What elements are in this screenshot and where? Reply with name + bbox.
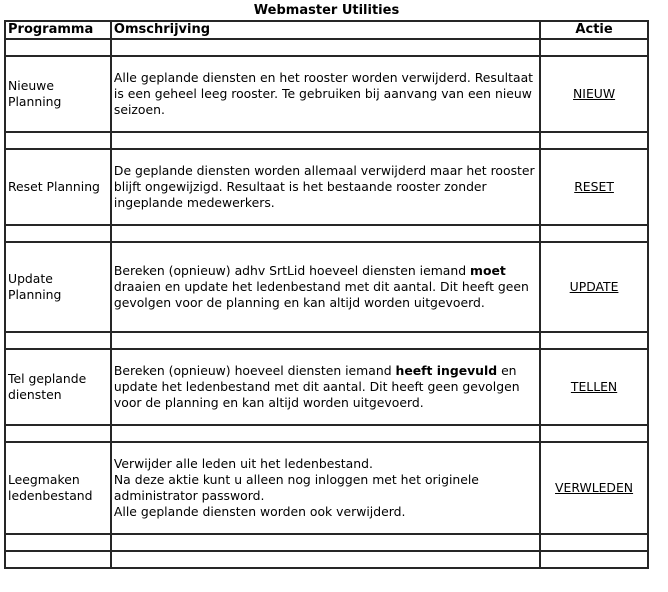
action-cell: TELLEN (539, 348, 649, 426)
table-row-leegmaken-ledenbestand: Leegmaken ledenbestand Verwijder alle le… (4, 441, 649, 535)
description-text: Bereken (opnieuw) adhv SrtLid hoeveel di… (113, 263, 471, 278)
reset-link[interactable]: RESET (574, 179, 614, 194)
description-text: De geplande diensten worden allemaal ver… (113, 163, 535, 210)
action-cell: VERWLEDEN (539, 441, 649, 535)
verwleden-link[interactable]: VERWLEDEN (555, 480, 633, 495)
description-text: Alle geplande diensten en het rooster wo… (113, 70, 534, 117)
description-emphasis: moet (470, 263, 506, 278)
page-title: Webmaster Utilities (253, 3, 400, 18)
action-cell: RESET (539, 148, 649, 226)
programma-cell: Tel geplande diensten (4, 348, 112, 426)
spacer-row (4, 131, 649, 150)
description-line: Alle geplande diensten worden ook verwij… (113, 504, 406, 519)
programma-cell: Reset Planning (4, 148, 112, 226)
spacer-row (4, 38, 649, 57)
table-row-tel-geplande-diensten: Tel geplande diensten Bereken (opnieuw) … (4, 348, 649, 426)
action-cell: NIEUW (539, 55, 649, 133)
description-emphasis: heeft ingevuld (395, 363, 498, 378)
spacer-row (4, 550, 649, 569)
description-cell: Bereken (opnieuw) adhv SrtLid hoeveel di… (109, 241, 542, 333)
header-omschrijving: Omschrijving (109, 20, 542, 40)
action-cell: UPDATE (539, 241, 649, 333)
spacer-row (4, 533, 649, 552)
update-link[interactable]: UPDATE (570, 279, 619, 294)
description-line: Verwijder alle leden uit het ledenbestan… (113, 456, 373, 471)
header-programma: Programma (4, 20, 112, 40)
table-row-reset-planning: Reset Planning De geplande diensten word… (4, 148, 649, 226)
description-cell: De geplande diensten worden allemaal ver… (109, 148, 542, 226)
spacer-row (4, 224, 649, 243)
table-row-nieuwe-planning: Nieuwe Planning Alle geplande diensten e… (4, 55, 649, 133)
description-cell: Alle geplande diensten en het rooster wo… (109, 55, 542, 133)
programma-cell: Nieuwe Planning (4, 55, 112, 133)
description-cell: Verwijder alle leden uit het ledenbestan… (109, 441, 542, 535)
utilities-table: Programma Omschrijving Actie Nieuwe Plan… (4, 20, 649, 569)
description-text: Bereken (opnieuw) hoeveel diensten ieman… (113, 363, 396, 378)
spacer-row (4, 331, 649, 350)
description-text: draaien en update het ledenbestand met d… (113, 279, 529, 310)
tellen-link[interactable]: TELLEN (571, 379, 617, 394)
nieuw-link[interactable]: NIEUW (573, 86, 615, 101)
header-row: Programma Omschrijving Actie (4, 20, 649, 40)
description-cell: Bereken (opnieuw) hoeveel diensten ieman… (109, 348, 542, 426)
spacer-row (4, 424, 649, 443)
programma-cell: Leegmaken ledenbestand (4, 441, 112, 535)
description-line: Na deze aktie kunt u alleen nog inloggen… (113, 472, 479, 503)
programma-cell: Update Planning (4, 241, 112, 333)
header-actie: Actie (539, 20, 649, 40)
table-row-update-planning: Update Planning Bereken (opnieuw) adhv S… (4, 241, 649, 333)
